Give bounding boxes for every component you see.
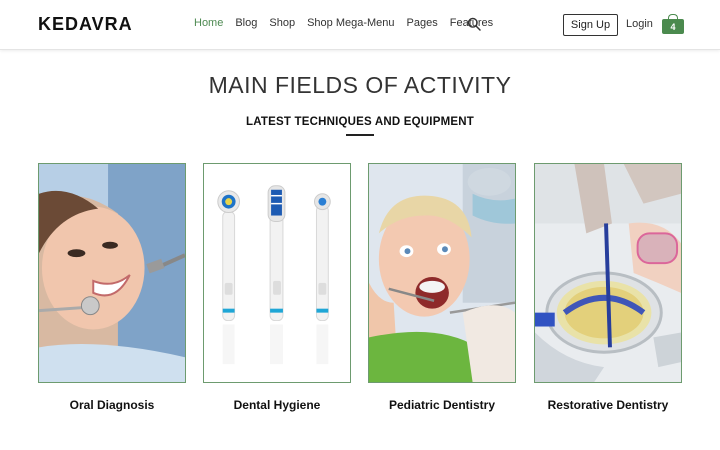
card-image[interactable] <box>38 163 186 383</box>
card-image[interactable] <box>368 163 516 383</box>
cart-count-badge: 4 <box>662 19 684 34</box>
nav-shop-mega-menu[interactable]: Shop Mega-Menu <box>307 17 394 29</box>
title-divider <box>346 134 374 136</box>
card-label[interactable]: Oral Diagnosis <box>18 398 206 412</box>
card-label[interactable]: Restorative Dentistry <box>514 398 702 412</box>
cart-button[interactable]: 4 <box>662 14 684 34</box>
dental-lab-image <box>535 164 681 382</box>
site-logo[interactable]: KEDAVRA <box>38 14 133 35</box>
card-label[interactable]: Pediatric Dentistry <box>348 398 536 412</box>
child-dental-exam-image <box>369 164 515 382</box>
service-card-restorative-dentistry[interactable]: Restorative Dentistry <box>534 163 682 412</box>
patient-dental-exam-image <box>39 164 185 382</box>
card-label[interactable]: Dental Hygiene <box>183 398 371 412</box>
login-link[interactable]: Login <box>626 18 653 30</box>
search-icon[interactable] <box>467 17 481 31</box>
toothbrush-heads-image <box>204 164 350 382</box>
section-subtitle: LATEST TECHNIQUES AND EQUIPMENT <box>246 116 474 128</box>
nav-shop[interactable]: Shop <box>269 17 295 29</box>
site-header: KEDAVRA Home Blog Shop Shop Mega-Menu Pa… <box>0 0 720 50</box>
section-title: MAIN FIELDS OF ACTIVITY <box>208 72 512 98</box>
card-image[interactable] <box>203 163 351 383</box>
service-card-pediatric-dentistry[interactable]: Pediatric Dentistry <box>368 163 516 412</box>
service-card-dental-hygiene[interactable]: Dental Hygiene <box>203 163 351 412</box>
service-card-oral-diagnosis[interactable]: Oral Diagnosis <box>38 163 186 412</box>
card-image[interactable] <box>534 163 682 383</box>
sign-up-button[interactable]: Sign Up <box>563 14 618 36</box>
nav-blog[interactable]: Blog <box>235 17 257 29</box>
nav-pages[interactable]: Pages <box>407 17 438 29</box>
nav-home[interactable]: Home <box>194 17 223 29</box>
main-nav: Home Blog Shop Shop Mega-Menu Pages Feat… <box>194 17 505 29</box>
